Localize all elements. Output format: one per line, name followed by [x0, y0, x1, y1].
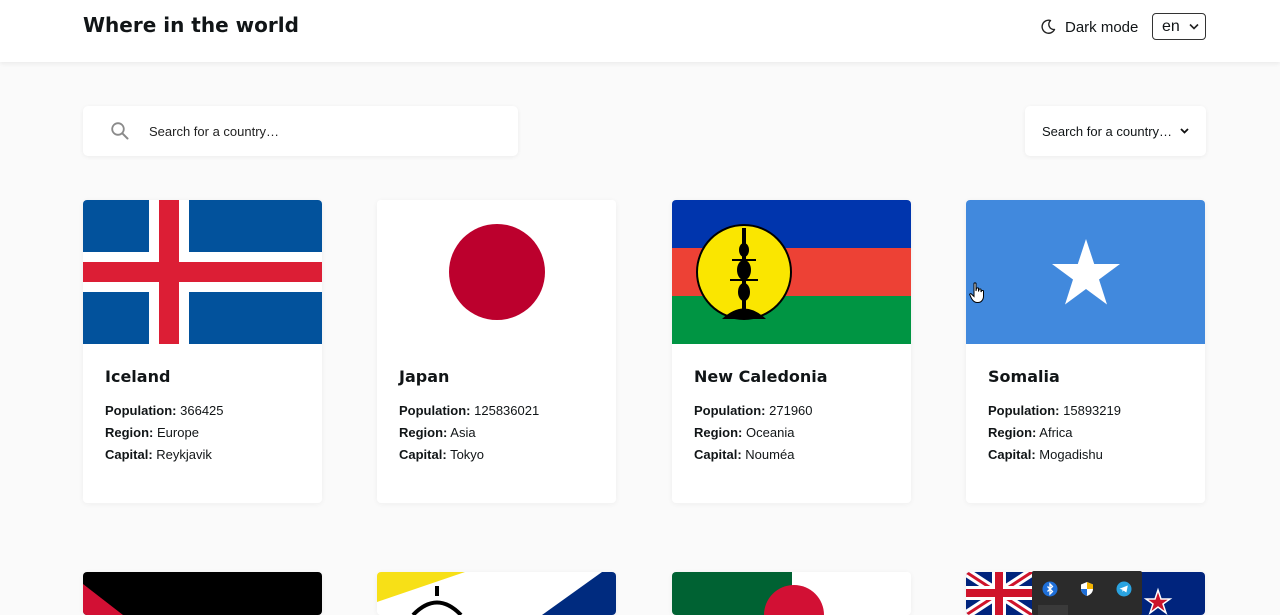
population-row: Population: 271960 — [694, 403, 813, 418]
bluetooth-icon[interactable] — [1042, 581, 1058, 597]
country-name: Iceland — [105, 367, 171, 386]
country-card[interactable]: Iceland Population: 366425 Region: Europ… — [83, 200, 322, 503]
language-value: en — [1162, 17, 1180, 35]
country-card[interactable]: Japan Population: 125836021 Region: Asia… — [377, 200, 616, 503]
header: Where in the world Dark mode en — [0, 0, 1280, 62]
system-tray — [1032, 571, 1142, 615]
region-row: Region: Europe — [105, 425, 199, 440]
iceland-flag — [83, 200, 322, 344]
country-card[interactable]: Somalia Population: 15893219 Region: Afr… — [966, 200, 1205, 503]
page-title: Where in the world — [83, 13, 299, 37]
new-caledonia-flag — [672, 200, 911, 344]
search-input[interactable] — [149, 118, 489, 144]
capital-row: Capital: Reykjavik — [105, 447, 212, 462]
region-row: Region: Oceania — [694, 425, 795, 440]
country-name: Somalia — [988, 367, 1060, 386]
population-row: Population: 15893219 — [988, 403, 1121, 418]
region-row: Region: Africa — [988, 425, 1073, 440]
country-name: New Caledonia — [694, 367, 828, 386]
dark-mode-label: Dark mode — [1065, 18, 1139, 36]
region-row: Region: Asia — [399, 425, 476, 440]
country-card[interactable]: New Caledonia Population: 271960 Region:… — [672, 200, 911, 503]
country-card[interactable] — [377, 572, 616, 615]
flag-image — [377, 572, 616, 615]
search-icon — [110, 121, 130, 141]
chevron-down-icon — [1180, 128, 1189, 134]
moon-icon — [1040, 19, 1056, 35]
telegram-icon[interactable] — [1116, 581, 1132, 597]
shield-icon[interactable] — [1079, 581, 1095, 597]
population-row: Population: 125836021 — [399, 403, 540, 418]
chevron-down-icon — [1189, 23, 1199, 30]
dark-mode-toggle[interactable]: Dark mode — [1040, 17, 1138, 37]
population-row: Population: 366425 — [105, 403, 224, 418]
filter-label: Search for a country… — [1041, 123, 1173, 139]
hand-cursor-icon — [969, 282, 985, 309]
tray-highlight — [1038, 605, 1068, 615]
flag-image — [83, 572, 322, 615]
country-name: Japan — [399, 367, 450, 386]
capital-row: Capital: Tokyo — [399, 447, 485, 462]
japan-flag — [377, 200, 616, 344]
somalia-flag — [966, 200, 1205, 344]
country-card[interactable] — [672, 572, 911, 615]
search-box[interactable] — [83, 106, 518, 156]
flag-image — [672, 572, 911, 615]
language-select[interactable]: en — [1152, 13, 1206, 40]
country-card[interactable] — [83, 572, 322, 615]
capital-row: Capital: Nouméa — [694, 447, 795, 462]
capital-row: Capital: Mogadishu — [988, 447, 1103, 462]
filter-dropdown[interactable]: Search for a country… — [1025, 106, 1206, 156]
